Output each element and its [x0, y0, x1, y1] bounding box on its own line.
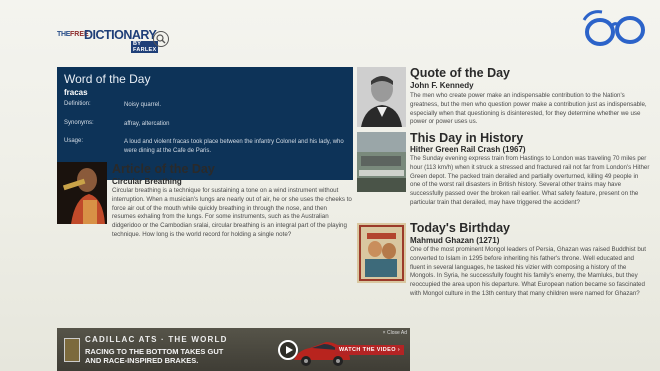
article-body: Circular breathing is a technique for su…: [112, 187, 352, 238]
article-thumbnail[interactable]: [57, 162, 107, 224]
site-logo: THE FREE DICTIONARY BY FARLEX: [57, 28, 159, 53]
play-video-button[interactable]: [278, 340, 298, 360]
search-icon[interactable]: [153, 31, 169, 47]
usage-value: A loud and violent fracas took place bet…: [124, 139, 344, 154]
ad-line-3: AND RACE-INSPIRED BRAKES.: [85, 356, 199, 365]
cadillac-crest-icon: [64, 338, 80, 362]
usage-label: Usage:: [64, 138, 84, 144]
article-title[interactable]: Article of the Day: [112, 162, 215, 176]
article-subtitle[interactable]: Circular Breathing: [112, 177, 182, 186]
quote-body: The men who create power make an indispe…: [410, 92, 647, 126]
birthday-subtitle[interactable]: Mahmud Ghazan (1271): [410, 236, 499, 245]
synonyms-value: affray, altercation: [124, 121, 170, 127]
history-subtitle[interactable]: Hither Green Rail Crash (1967): [410, 145, 526, 154]
history-thumbnail[interactable]: [357, 132, 406, 192]
quote-title[interactable]: Quote of the Day: [410, 66, 510, 80]
close-ad-button[interactable]: × Close Ad: [383, 330, 407, 336]
history-title[interactable]: This Day in History: [410, 131, 523, 145]
logo-the: THE: [57, 31, 71, 38]
definition-label: Definition:: [64, 101, 91, 107]
glasses-icon: [580, 6, 648, 50]
logo-dictionary: DICTIONARY: [84, 28, 157, 42]
ad-line-1: CADILLAC ATS · THE WORLD: [85, 335, 228, 344]
history-body: The Sunday evening express train from Ha…: [410, 155, 650, 206]
wotd-title: Word of the Day: [64, 72, 151, 86]
birthday-thumbnail[interactable]: [357, 223, 406, 283]
birthday-body: One of the most prominent Mongol leaders…: [410, 246, 646, 297]
quote-thumbnail[interactable]: [357, 67, 406, 127]
definition-value: Noisy quarrel.: [124, 102, 162, 108]
watch-video-button[interactable]: WATCH THE VIDEO ›: [335, 345, 405, 355]
wotd-word: fracas: [64, 88, 88, 97]
ad-line-2: RACING TO THE BOTTOM TAKES GUT: [85, 347, 224, 356]
synonyms-label: Synonyms:: [64, 120, 94, 126]
birthday-title[interactable]: Today's Birthday: [410, 221, 510, 235]
ad-banner[interactable]: CADILLAC ATS · THE WORLD RACING TO THE B…: [57, 328, 410, 371]
quote-author[interactable]: John F. Kennedy: [410, 81, 474, 90]
